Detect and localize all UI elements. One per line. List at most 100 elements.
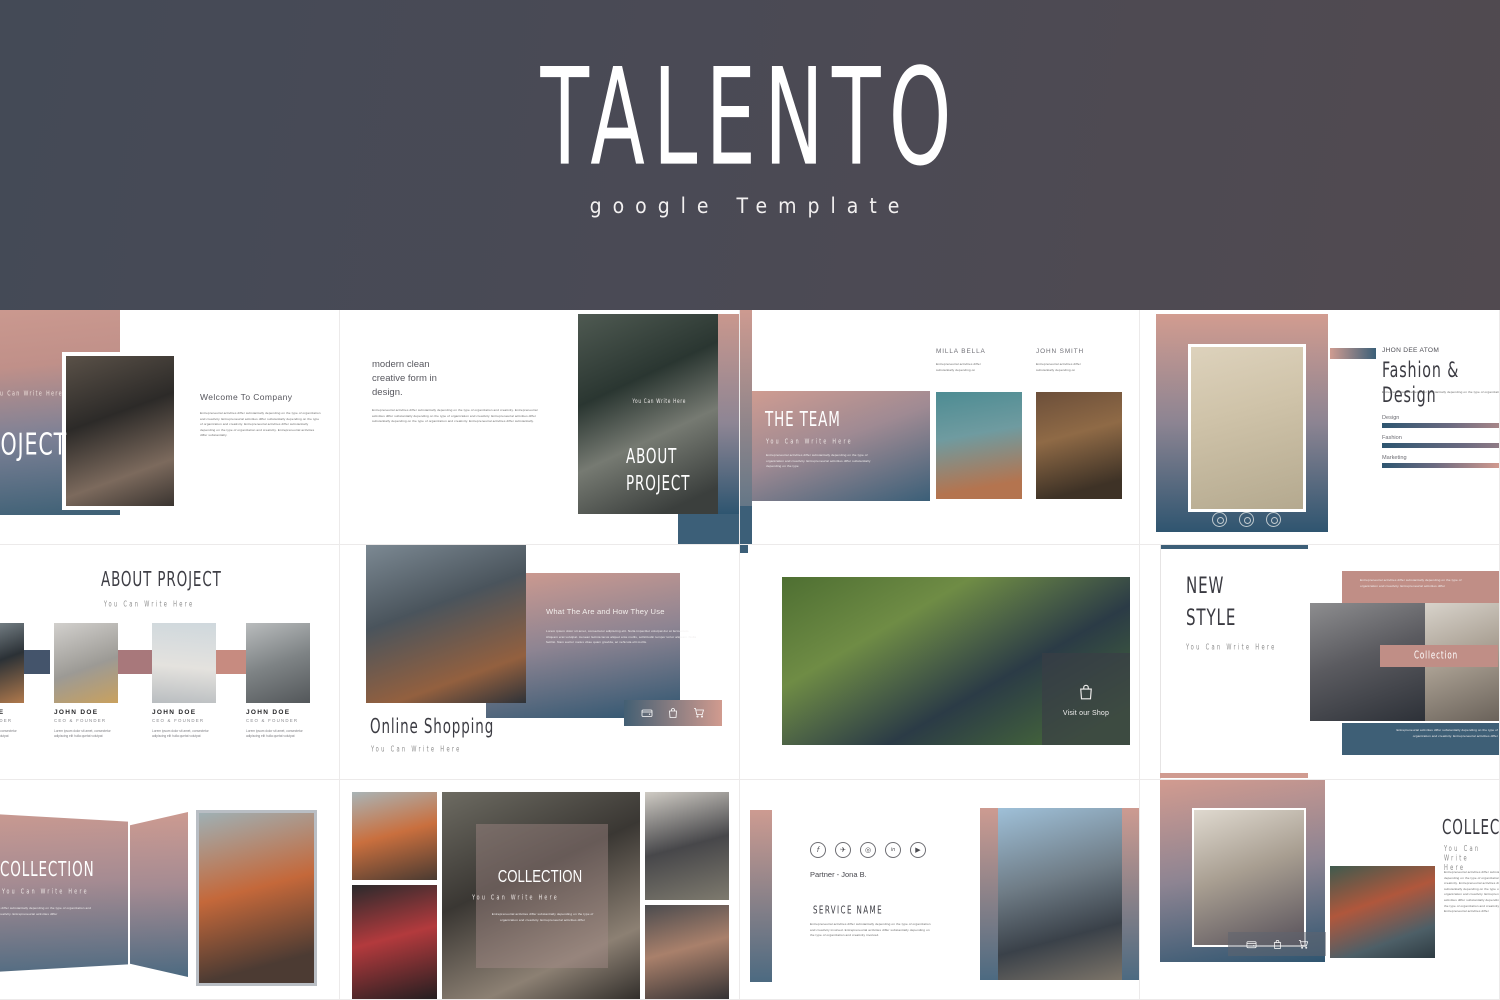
- slide-subtitle: You Can Write Here: [1444, 843, 1481, 873]
- member-desc: Lorem ipsum dolor sit amet, consectetur …: [54, 729, 111, 738]
- visit-shop-button[interactable]: Visit our Shop: [1042, 653, 1130, 745]
- template-preview-page: TALENTO google Template You Can Write He…: [0, 0, 1500, 1000]
- slide-fashion-design[interactable]: JHON DEE ATOM Fashion & Design Entrepren…: [1140, 310, 1500, 545]
- skill-row: Fashion: [1382, 435, 1499, 448]
- slide-subtitle: You Can Write Here: [766, 437, 853, 446]
- slide-visit-shop[interactable]: Visit our Shop: [740, 545, 1140, 780]
- slide-service[interactable]: f ✈ ◎ in ▶ Partner - Jona B. SERVICE NAM…: [740, 780, 1140, 1000]
- member-photo: [54, 623, 118, 703]
- slide-grid: You Can Write Here PROJECT Welcome To Co…: [0, 310, 1500, 1000]
- bag-icon[interactable]: [667, 707, 679, 719]
- visit-shop-label: Visit our Shop: [1062, 709, 1110, 717]
- slide-subtitle: You Can Write Here: [103, 599, 195, 609]
- pinterest-icon[interactable]: [1239, 512, 1254, 527]
- slide-title: Fashion & Design: [1382, 358, 1460, 408]
- panel-body: Lorem ipsum dolor sit amet, consectetur …: [546, 629, 697, 645]
- photo-frame-bar: [980, 808, 998, 980]
- slide-title: ABOUT PROJECT: [0, 568, 339, 592]
- cart-icon[interactable]: [693, 707, 705, 719]
- twitter-icon[interactable]: ✈: [835, 842, 851, 858]
- member-name: JOHN DOE: [152, 709, 197, 716]
- gradient-strip: [718, 314, 739, 514]
- shopping-icon-bar[interactable]: [624, 700, 722, 726]
- slide-title: THE TEAM: [765, 408, 841, 432]
- slide-collection-shop[interactable]: COLLECTION You Can Write Here Entreprene…: [1140, 780, 1500, 1000]
- collection-label: Collection: [1380, 645, 1498, 667]
- slide-write-here: You Can Write Here: [632, 398, 687, 406]
- corner-accent: [740, 545, 748, 553]
- member-desc: Lorem ipsum dolor sit amet, consectetur …: [152, 729, 209, 738]
- left-edge-line: [1160, 545, 1161, 779]
- member-card[interactable]: JOHN DOE CEO & FOUNDER Lorem ipsum dolor…: [246, 623, 310, 739]
- service-heading: SERVICE NAME: [813, 905, 884, 917]
- instagram-icon[interactable]: [1212, 512, 1227, 527]
- member-photo: [152, 623, 216, 703]
- blue-panel-text: Entrepreneurial activities differ substa…: [1396, 728, 1498, 738]
- slide-photo: [196, 810, 317, 986]
- slide-collection-fold[interactable]: COLLECTION You Can Write Here Entreprene…: [0, 780, 340, 1000]
- collection-label-text: Collection: [1413, 650, 1459, 662]
- slide-body: Entrepreneurial activities differ substa…: [372, 408, 538, 424]
- slide-body: Entrepreneurial activities differ substa…: [0, 906, 91, 916]
- member-desc: Lorem ipsum dolor sit amet, consectetur …: [246, 729, 303, 738]
- member-role: CEO & FOUNDER: [0, 718, 13, 723]
- skill-row: Marketing: [1382, 455, 1499, 468]
- facebook-icon[interactable]: f: [810, 842, 826, 858]
- slide-collection-grid[interactable]: COLLECTION You Can Write Here Entreprene…: [340, 780, 740, 1000]
- skill-label: Fashion: [1382, 435, 1402, 441]
- bag-icon[interactable]: [1272, 939, 1283, 950]
- slide-body: Entrepreneurial activities differ substa…: [200, 411, 321, 438]
- slide-the-team[interactable]: THE TEAM You Can Write Here Entrepreneur…: [740, 310, 1140, 545]
- slide-welcome[interactable]: You Can Write Here PROJECT Welcome To Co…: [0, 310, 340, 545]
- shopping-icon-bar[interactable]: [1228, 932, 1326, 956]
- left-gradient-bar: [750, 810, 772, 982]
- slide-photo: [62, 352, 178, 510]
- linkedin-icon[interactable]: in: [885, 842, 901, 858]
- member-desc: Lorem ipsum dolor sit amet, consectetur …: [0, 729, 17, 738]
- member-photo: [0, 623, 24, 703]
- team-member-name: MILLA BELLA: [936, 348, 986, 355]
- slide-new-style[interactable]: NEW STYLE You Can Write Here Entrepreneu…: [1140, 545, 1500, 780]
- slide-title: Online Shopping: [370, 715, 495, 739]
- member-role: CEO & FOUNDER: [54, 718, 107, 723]
- slide-photo: [1188, 344, 1306, 512]
- slide-title-line2: STYLE: [1186, 605, 1237, 631]
- overlay-title-line2: PROJECT: [626, 472, 691, 496]
- team-member-photo: [936, 392, 1022, 499]
- member-photo: [246, 623, 310, 703]
- slide-title-text: COLLECTION: [497, 866, 582, 887]
- skill-label: Marketing: [1382, 455, 1407, 461]
- slide-about-project-team[interactable]: ABOUT PROJECT You Can Write Here JOHN DO…: [0, 545, 340, 780]
- member-card[interactable]: JOHN DOE CEO & FOUNDER Lorem ipsum dolor…: [152, 623, 216, 739]
- bottom-accent-bar: [1160, 773, 1308, 778]
- skill-bar-fashion: [1382, 443, 1499, 448]
- slide-photo: [1192, 808, 1306, 947]
- accent-block: [678, 514, 739, 544]
- instagram-icon[interactable]: ◎: [860, 842, 876, 858]
- youtube-icon[interactable]: ▶: [910, 842, 926, 858]
- slide-title: COLLECTION: [340, 866, 739, 887]
- service-body: Entrepreneurial activities differ substa…: [810, 922, 931, 938]
- hero-inner: TALENTO google Template: [0, 51, 1500, 218]
- slide-body: Entrepreneurial activities differ substa…: [1382, 390, 1499, 394]
- panel-heading: What The Are and How They Use: [546, 607, 665, 616]
- gradient-tab: [1330, 348, 1376, 359]
- cart-icon[interactable]: [1298, 939, 1309, 950]
- social-icons[interactable]: [1212, 512, 1281, 527]
- behance-icon[interactable]: [1266, 512, 1281, 527]
- skill-row: Design: [1382, 415, 1499, 428]
- slide-big-word: PROJECT: [0, 427, 68, 463]
- slide-about-project[interactable]: modern clean creative form in design. En…: [340, 310, 740, 545]
- member-name: JOHN DOE: [0, 709, 24, 716]
- member-card[interactable]: JOHN DOE CEO & FOUNDER Lorem ipsum dolor…: [0, 623, 24, 739]
- wallet-icon[interactable]: [641, 707, 653, 719]
- slide-title-line1: NEW: [1186, 573, 1225, 599]
- wallet-icon[interactable]: [1246, 939, 1257, 950]
- corner-accent: [740, 506, 752, 544]
- slide-online-shopping[interactable]: What The Are and How They Use Lorem ipsu…: [340, 545, 740, 780]
- hero-banner: TALENTO google Template: [0, 0, 1500, 310]
- social-icons[interactable]: f ✈ ◎ in ▶: [810, 842, 926, 858]
- member-card[interactable]: JOHN DOE CEO & FOUNDER Lorem ipsum dolor…: [54, 623, 118, 739]
- top-accent-bar: [1160, 545, 1308, 549]
- slide-title: COLLECTION: [1442, 816, 1500, 840]
